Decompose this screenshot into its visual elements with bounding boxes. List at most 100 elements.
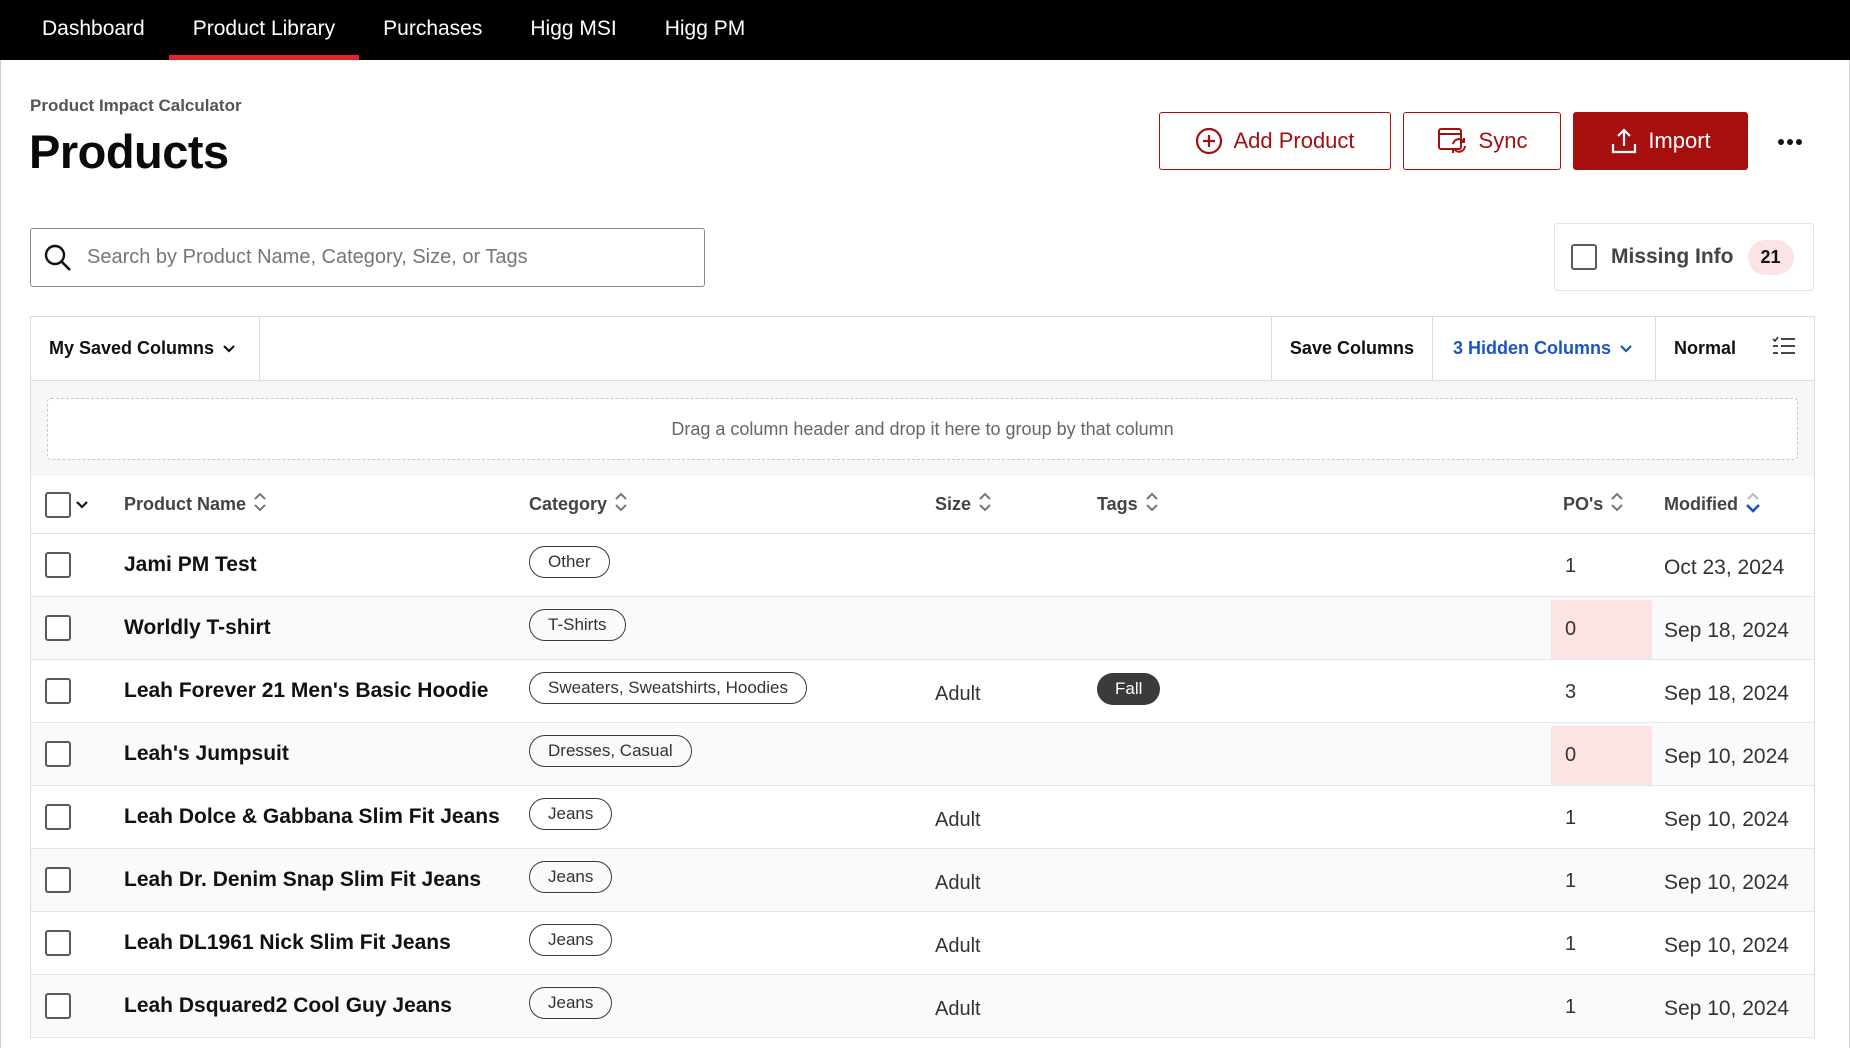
modified-cell: Sep 18, 2024 (1664, 682, 1789, 705)
column-header-pos[interactable]: PO's (1563, 491, 1625, 518)
product-name[interactable]: Jami PM Test (124, 534, 257, 596)
saved-columns-label: My Saved Columns (49, 338, 215, 358)
row-checkbox[interactable] (45, 615, 71, 641)
missing-info-count-badge: 21 (1747, 239, 1794, 275)
category-cell: Jeans (529, 786, 613, 848)
column-header-product-name[interactable]: Product Name (124, 491, 268, 518)
upload-icon (1610, 127, 1638, 155)
save-columns-button[interactable]: Save Columns (1270, 317, 1432, 380)
row-checkbox-cell (45, 597, 71, 659)
column-header-category[interactable]: Category (529, 491, 629, 518)
page-subtitle: Product Impact Calculator (30, 96, 242, 115)
density-label: Normal (1673, 338, 1736, 358)
category-pill: Sweaters, Sweatshirts, Hoodies (529, 672, 807, 704)
nav-item-higg-pm[interactable]: Higg PM (641, 0, 770, 58)
sync-button[interactable]: Sync (1403, 112, 1561, 170)
missing-info-label: Missing Info (1611, 245, 1734, 268)
category-cell: Dresses, Casual (529, 723, 692, 785)
row-checkbox[interactable] (45, 741, 71, 767)
pos-cell-missing: 0 (1551, 600, 1652, 659)
column-header-label: Tags (1097, 494, 1138, 514)
table-row[interactable]: Leah Dolce & Gabbana Slim Fit Jeans Jean… (31, 786, 1814, 849)
column-header-label: Size (935, 494, 972, 514)
search-input[interactable] (85, 245, 704, 270)
modified-cell: Sep 10, 2024 (1664, 934, 1789, 957)
row-checkbox[interactable] (45, 804, 71, 830)
product-name[interactable]: Leah Dolce & Gabbana Slim Fit Jeans (124, 786, 500, 848)
saved-columns-dropdown[interactable]: My Saved Columns (31, 317, 260, 380)
row-checkbox-cell (45, 912, 71, 974)
row-checkbox-cell (45, 849, 71, 911)
column-header-label: Product Name (124, 494, 247, 514)
sort-icon (613, 491, 629, 518)
select-all-control[interactable] (45, 491, 89, 518)
table-row[interactable]: Jami PM Test Other 1 Oct 23, 2024 (31, 534, 1814, 597)
row-checkbox-cell (45, 723, 71, 785)
pos-cell: 1 (1565, 996, 1577, 1018)
density-dropdown[interactable]: Normal (1654, 317, 1814, 380)
column-header-modified[interactable]: Modified (1664, 490, 1762, 519)
product-name[interactable]: Leah's Jumpsuit (124, 723, 289, 785)
product-name[interactable]: Leah Dr. Denim Snap Slim Fit Jeans (124, 849, 481, 911)
pos-cell: 1 (1565, 870, 1577, 892)
pos-cell-missing: 0 (1551, 726, 1652, 785)
hidden-columns-dropdown[interactable]: 3 Hidden Columns (1431, 317, 1655, 380)
size-cell: Adult (935, 871, 981, 894)
import-button[interactable]: Import (1573, 112, 1748, 170)
row-checkbox-cell (45, 660, 71, 722)
table-row[interactable]: Worldly T-shirt T-Shirts 0 Sep 18, 2024 (31, 597, 1814, 660)
size-cell: Adult (935, 682, 981, 705)
chevron-down-icon[interactable] (75, 494, 89, 515)
select-all-checkbox[interactable] (45, 491, 71, 518)
size-cell: Adult (935, 808, 981, 831)
missing-info-checkbox[interactable] (1571, 244, 1597, 270)
nav-item-dashboard[interactable]: Dashboard (0, 0, 169, 58)
tags-cell: Fall (1097, 660, 1161, 722)
sort-icon (977, 491, 993, 518)
group-drop-zone[interactable]: Drag a column header and drop it here to… (47, 398, 1798, 460)
row-checkbox-cell (45, 975, 71, 1037)
product-name[interactable]: Worldly T-shirt (124, 597, 271, 659)
product-name[interactable]: Leah Forever 21 Men's Basic Hoodie (124, 660, 488, 722)
add-product-button[interactable]: Add Product (1159, 112, 1391, 170)
modified-cell: Sep 10, 2024 (1664, 808, 1789, 831)
grid-toolbar: My Saved Columns Save Columns 3 Hidden C… (30, 316, 1815, 381)
column-header-label: Modified (1664, 494, 1738, 514)
table-row[interactable]: Leah Dsquared2 Cool Guy Jeans Jeans Adul… (31, 975, 1814, 1038)
column-header-tags[interactable]: Tags (1097, 491, 1160, 518)
product-name[interactable]: Leah DL1961 Nick Slim Fit Jeans (124, 912, 451, 974)
column-header-size[interactable]: Size (935, 491, 993, 518)
group-by-panel: Drag a column header and drop it here to… (30, 381, 1815, 476)
row-checkbox[interactable] (45, 552, 71, 578)
category-pill: Jeans (529, 924, 613, 956)
table-row[interactable]: Leah Forever 21 Men's Basic Hoodie Sweat… (31, 660, 1814, 723)
row-checkbox-cell (45, 534, 71, 596)
modified-cell: Sep 18, 2024 (1664, 619, 1789, 642)
row-checkbox[interactable] (45, 930, 71, 956)
sync-icon (1437, 126, 1469, 156)
product-name[interactable]: Leah Dsquared2 Cool Guy Jeans (124, 975, 452, 1037)
import-label: Import (1648, 128, 1711, 153)
category-pill: T-Shirts (529, 609, 626, 641)
category-cell: Other (529, 534, 610, 596)
pos-cell: 1 (1565, 933, 1577, 955)
nav-item-purchases[interactable]: Purchases (359, 0, 506, 58)
ellipsis-icon (1777, 133, 1803, 151)
search-field (30, 228, 705, 287)
nav-item-product-library[interactable]: Product Library (168, 0, 360, 60)
category-cell: Sweaters, Sweatshirts, Hoodies (529, 660, 807, 722)
table-row[interactable]: Leah Dr. Denim Snap Slim Fit Jeans Jeans… (31, 849, 1814, 912)
table-row[interactable]: Leah's Jumpsuit Dresses, Casual 0 Sep 10… (31, 723, 1814, 786)
pos-cell: 1 (1565, 555, 1577, 577)
chevron-down-icon (1619, 338, 1633, 359)
row-checkbox[interactable] (45, 678, 71, 704)
more-options-button[interactable] (1772, 124, 1808, 160)
table-header: Product Name Category Size Tags PO's Mod… (31, 476, 1814, 534)
nav-item-higg-msi[interactable]: Higg MSI (506, 0, 640, 58)
row-checkbox[interactable] (45, 993, 71, 1019)
category-cell: Jeans (529, 975, 613, 1037)
tag-pill[interactable]: Fall (1097, 673, 1161, 705)
row-checkbox[interactable] (45, 867, 71, 893)
table-row[interactable]: Leah DL1961 Nick Slim Fit Jeans Jeans Ad… (31, 912, 1814, 975)
hidden-columns-label: 3 Hidden Columns (1452, 338, 1611, 358)
